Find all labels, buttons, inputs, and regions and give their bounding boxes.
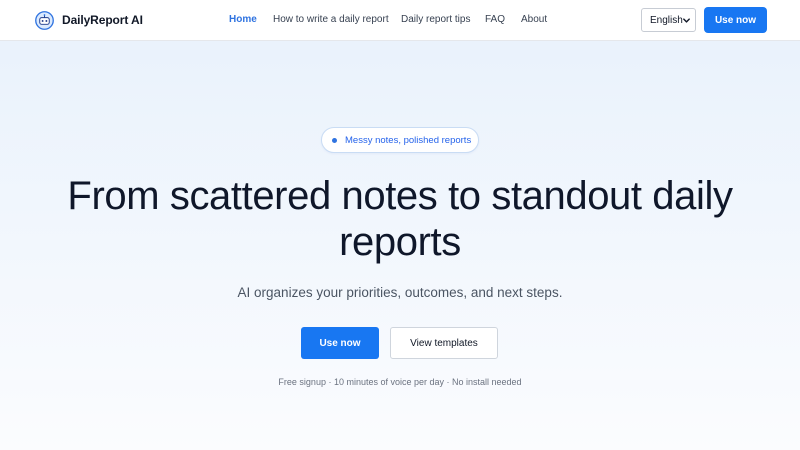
top-header: DailyReport AI Home How to write a daily… (0, 0, 800, 41)
header-use-now-button[interactable]: Use now (704, 7, 767, 33)
hero-badge-text: Messy notes, polished reports (345, 134, 472, 146)
nav-home[interactable]: Home (229, 14, 257, 25)
nav-about[interactable]: About (521, 14, 547, 25)
nav-tips[interactable]: Daily report tips (401, 14, 470, 25)
badge-dot-icon (332, 137, 337, 143)
view-templates-button[interactable]: View templates (390, 327, 498, 359)
hero-headline: From scattered notes to standout daily r… (67, 174, 733, 264)
hero-subheadline: AI organizes your priorities, outcomes, … (237, 285, 563, 300)
language-select-value: English (650, 14, 683, 26)
hero-use-now-button[interactable]: Use now (301, 327, 379, 359)
hero-badge: Messy notes, polished reports (321, 127, 479, 153)
hero-footnote: Free signup · 10 minutes of voice per da… (278, 377, 522, 387)
language-select[interactable]: English (641, 8, 696, 32)
nav-how-to-write[interactable]: How to write a daily report (273, 14, 389, 25)
chevron-down-icon (683, 18, 690, 23)
nav-faq[interactable]: FAQ (485, 14, 505, 25)
